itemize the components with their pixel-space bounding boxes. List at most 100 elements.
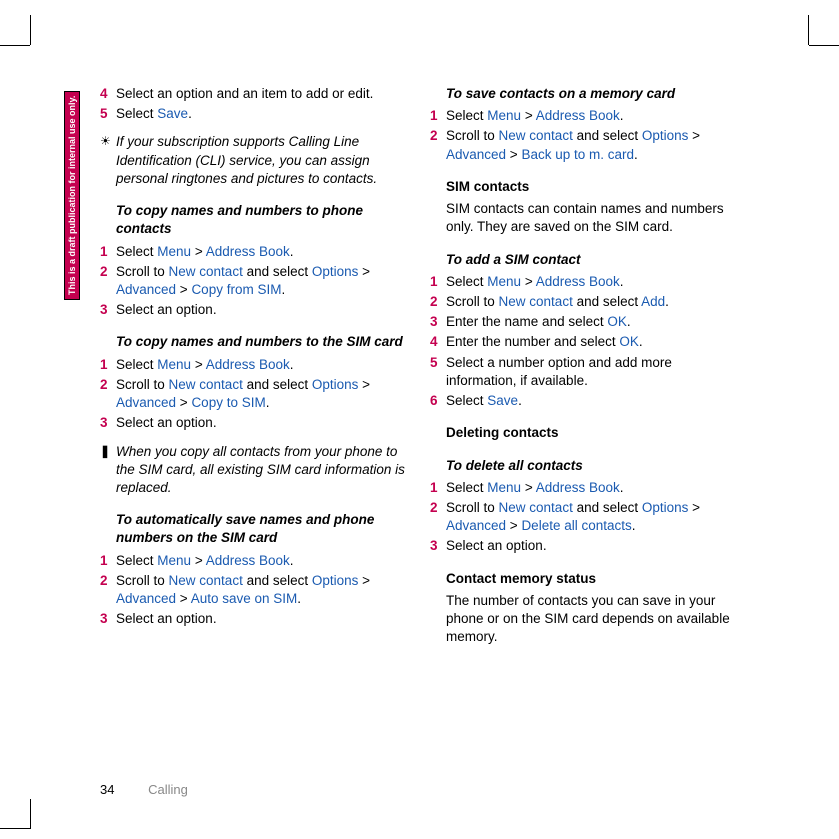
step-text: Select Menu > Address Book. [446,273,740,291]
text: > [358,377,370,392]
text: > [358,573,370,588]
link-address-book: Address Book [206,244,290,259]
step-text: Select an option. [116,610,410,628]
text: > [521,480,536,495]
text: > [506,518,521,533]
text: Select [116,357,157,372]
link-address-book: Address Book [206,357,290,372]
text: Enter the number and select [446,334,619,349]
text: Scroll to [116,377,169,392]
step-number: 5 [100,105,116,123]
step-number: 2 [100,572,116,608]
step-row: 2 Scroll to New contact and select Optio… [100,572,410,608]
text: . [290,357,294,372]
step-row: 3 Select an option. [100,610,410,628]
step-number: 2 [430,499,446,535]
text: . [665,294,669,309]
page-number: 34 [100,782,114,797]
link-advanced: Advanced [446,518,506,533]
text: and select [573,500,642,515]
text: . [297,591,301,606]
text: Select [446,274,487,289]
link-new-contact: New contact [499,294,573,309]
text: > [506,147,521,162]
text: > [191,357,206,372]
step-row: 1 Select Menu > Address Book. [430,479,740,497]
step-number: 2 [430,293,446,311]
text: . [639,334,643,349]
text: > [688,128,700,143]
step-row: 2 Scroll to New contact and select Optio… [430,127,740,163]
step-text: Scroll to New contact and select Options… [116,263,410,299]
step-row: 2 Scroll to New contact and select Add. [430,293,740,311]
link-advanced: Advanced [446,147,506,162]
text: Scroll to [116,573,169,588]
step-row: 4 Select an option and an item to add or… [100,85,410,103]
link-back-up-to-m-card: Back up to m. card [521,147,634,162]
crop-mark [808,15,809,45]
text: and select [573,294,641,309]
text: Enter the name and select [446,314,607,329]
step-text: Select Menu > Address Book. [446,107,740,125]
link-new-contact: New contact [169,377,243,392]
content-columns: 4 Select an option and an item to add or… [15,45,825,650]
page-footer: 34 Calling [100,781,188,799]
step-number: 5 [430,354,446,390]
page: 4 Select an option and an item to add or… [15,45,825,805]
text: Scroll to [446,294,499,309]
link-new-contact: New contact [169,573,243,588]
step-text: Select an option and an item to add or e… [116,85,410,103]
text: > [688,500,700,515]
step-text: Select Save. [116,105,410,123]
step-text: Scroll to New contact and select Options… [446,499,740,535]
step-text: Scroll to New contact and select Options… [116,376,410,412]
heading: To add a SIM contact [446,251,740,269]
crop-mark [30,15,31,45]
text: > [176,395,191,410]
link-ok: OK [607,314,627,329]
link-menu: Menu [157,244,191,259]
step-text: Select an option. [116,301,410,319]
warning-icon: ❚ [100,443,116,498]
step-row: 5 Select a number option and add more in… [430,354,740,390]
text: and select [243,573,312,588]
text: . [620,108,624,123]
step-text: Enter the number and select OK. [446,333,740,351]
link-menu: Menu [487,480,521,495]
text: . [620,480,624,495]
step-row: 1 Select Menu > Address Book. [100,356,410,374]
heading: To copy names and numbers to the SIM car… [116,333,410,351]
link-new-contact: New contact [499,500,573,515]
step-number: 1 [100,552,116,570]
step-number: 4 [430,333,446,351]
step-text: Select an option. [116,414,410,432]
link-copy-from-sim: Copy from SIM [191,282,281,297]
step-row: 1 Select Menu > Address Book. [430,107,740,125]
link-address-book: Address Book [206,553,290,568]
step-row: 2 Scroll to New contact and select Optio… [430,499,740,535]
section-name: Calling [148,782,188,797]
step-text: Select Menu > Address Book. [116,552,410,570]
step-number: 2 [100,376,116,412]
text: . [634,147,638,162]
step-row: 4 Enter the number and select OK. [430,333,740,351]
text: and select [573,128,642,143]
link-menu: Menu [157,553,191,568]
link-advanced: Advanced [116,395,176,410]
step-row: 3 Enter the name and select OK. [430,313,740,331]
text: > [358,264,370,279]
crop-mark [0,828,30,829]
warning-note: ❚ When you copy all contacts from your p… [100,443,410,498]
link-options: Options [312,573,359,588]
heading: To delete all contacts [446,457,740,475]
link-options: Options [312,264,359,279]
link-delete-all-contacts: Delete all contacts [521,518,631,533]
link-menu: Menu [487,108,521,123]
text: Select [446,480,487,495]
link-add: Add [641,294,665,309]
link-advanced: Advanced [116,591,176,606]
text: . [281,282,285,297]
text: and select [243,264,312,279]
text: > [521,274,536,289]
link-auto-save-on-sim: Auto save on SIM [191,591,298,606]
